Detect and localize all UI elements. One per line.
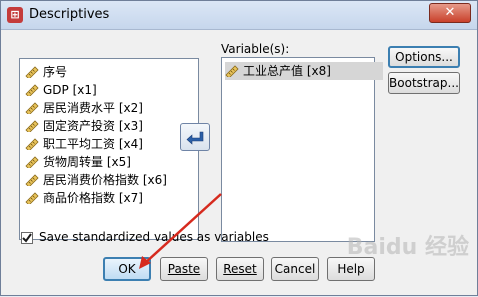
scale-variable-icon <box>25 120 39 132</box>
help-button-label: Help <box>337 262 365 276</box>
move-variable-button[interactable] <box>180 123 210 151</box>
scale-variable-icon <box>25 174 39 186</box>
source-list-item-label: 固定资产投资 [x3] <box>43 119 143 133</box>
reset-button-label: Reset <box>223 262 257 276</box>
scale-variable-icon <box>25 138 39 150</box>
save-standardized-checkbox[interactable] <box>21 232 33 244</box>
source-variable-list[interactable]: 序号 GDP [x1] 居民消费水平 [x2] 固定资产投资 [x3] 职工平均工资 [… <box>19 58 199 240</box>
descriptives-dialog: ⊞ Descriptives ✕ 序号 GDP [x1] 居民消费水平 [x2] 固定… <box>0 0 478 296</box>
source-list-item-label: 商品价格指数 [x7] <box>43 191 143 205</box>
watermark: Baidu 经验 <box>346 235 469 260</box>
source-list-item[interactable]: GDP [x1] <box>25 81 198 99</box>
ok-button[interactable]: OK <box>103 257 151 281</box>
bootstrap-button[interactable]: Bootstrap... <box>388 72 460 94</box>
paste-button-label: Paste <box>167 262 201 276</box>
source-list-item[interactable]: 职工平均工资 [x4] <box>25 135 198 153</box>
checkmark-icon <box>22 233 32 243</box>
source-list-item[interactable]: 序号 <box>25 63 198 81</box>
title-bar[interactable]: ⊞ Descriptives ✕ <box>1 1 477 30</box>
selected-list-item-label: 工业总产值 [x8] <box>243 64 331 78</box>
selected-list-item[interactable]: 工业总产值 [x8] <box>225 62 383 80</box>
save-standardized-label: Save standardized values as variables <box>39 230 269 244</box>
paste-button[interactable]: Paste <box>160 257 208 281</box>
close-button[interactable]: ✕ <box>429 3 471 23</box>
source-list-item[interactable]: 商品价格指数 [x7] <box>25 189 198 207</box>
bootstrap-button-label: Bootstrap... <box>389 76 459 90</box>
cancel-button-label: Cancel <box>274 262 316 276</box>
source-list-item[interactable]: 居民消费价格指数 [x6] <box>25 171 198 189</box>
scale-variable-icon <box>25 102 39 114</box>
options-button[interactable]: Options... <box>388 46 460 68</box>
arrow-left-icon <box>186 131 204 145</box>
scale-variable-icon <box>25 156 39 168</box>
source-list-item-label: 居民消费价格指数 [x6] <box>43 173 167 187</box>
source-list-item-label: 序号 <box>43 65 68 79</box>
source-list-item[interactable]: 居民消费水平 [x2] <box>25 99 198 117</box>
source-list-item-label: GDP [x1] <box>43 83 97 97</box>
scale-variable-icon <box>25 84 39 96</box>
source-list-item-label: 职工平均工资 [x4] <box>43 137 143 151</box>
spss-app-icon: ⊞ <box>7 7 23 23</box>
source-list-item[interactable]: 货物周转量 [x5] <box>25 153 198 171</box>
source-list-item[interactable]: 固定资产投资 [x3] <box>25 117 198 135</box>
cancel-button[interactable]: Cancel <box>271 257 319 281</box>
variables-label: Variable(s): <box>221 42 290 56</box>
source-list-item-label: 货物周转量 [x5] <box>43 155 131 169</box>
source-list-item-label: 居民消费水平 [x2] <box>43 101 143 115</box>
options-button-label: Options... <box>395 50 453 64</box>
scale-variable-icon <box>25 66 39 78</box>
scale-variable-icon <box>225 65 239 77</box>
selected-variable-list[interactable]: 工业总产值 [x8] <box>221 57 383 242</box>
scale-variable-icon <box>25 192 39 204</box>
reset-button[interactable]: Reset <box>216 257 264 281</box>
ok-button-label: OK <box>118 262 136 276</box>
window-title: Descriptives <box>29 7 110 22</box>
